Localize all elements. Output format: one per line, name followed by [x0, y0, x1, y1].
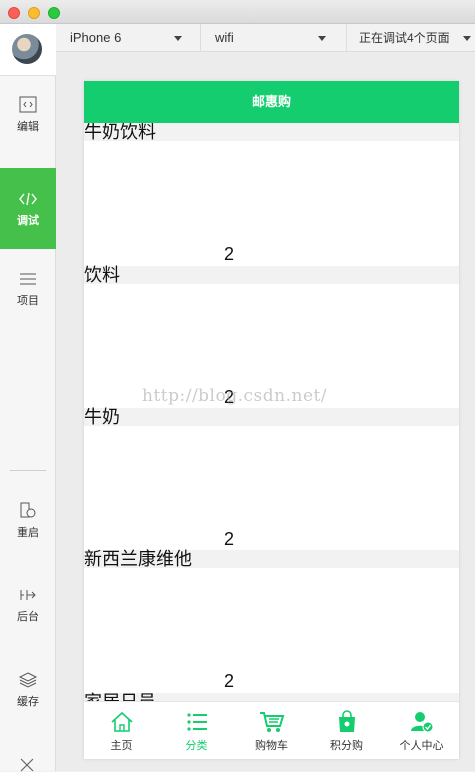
debug-pages-select[interactable]: 正在调试4个页面 — [346, 24, 475, 52]
avatar-container[interactable] — [0, 24, 56, 76]
background-icon — [20, 590, 36, 600]
sidebar-item-label: 编辑 — [17, 121, 39, 133]
tab-label: 购物车 — [255, 740, 288, 752]
page-title: 邮惠购 — [84, 81, 459, 123]
section-title: 牛奶饮料 — [84, 123, 459, 141]
user-icon — [410, 712, 433, 733]
tab-cart[interactable]: 购物车 — [234, 702, 309, 759]
tab-bar: 主页 分类 购物车 积分购 个人中心 — [84, 701, 459, 759]
sidebar-item-label: 缓存 — [17, 696, 39, 708]
section-title: 饮料 — [84, 266, 459, 284]
tab-points[interactable]: 积分购 — [309, 702, 384, 759]
sidebar: 编辑 调试 项目 重启 后台 缓存 — [0, 24, 56, 772]
sidebar-item-label: 项目 — [17, 295, 39, 307]
sidebar-item-restart[interactable]: 重启 — [0, 502, 56, 540]
sidebar-item-label: 后台 — [17, 611, 39, 623]
tab-label: 积分购 — [330, 740, 363, 752]
network-select[interactable]: wifi — [200, 24, 334, 52]
close-icon[interactable] — [20, 758, 34, 772]
section-title: 新西兰康维他 — [84, 550, 459, 568]
sidebar-divider — [10, 470, 46, 471]
chevron-down-icon — [318, 36, 326, 41]
sidebar-item-project[interactable]: 项目 — [0, 270, 56, 308]
tab-label: 个人中心 — [399, 740, 444, 752]
sidebar-item-edit[interactable]: 编辑 — [0, 96, 56, 134]
watermark: http://blog.csdn.net/ — [142, 386, 328, 406]
list-item[interactable]: 牛奶 2 — [84, 408, 459, 549]
home-icon — [110, 711, 133, 732]
close-window-button[interactable] — [8, 7, 20, 19]
layers-icon — [18, 672, 38, 688]
list-item[interactable]: 牛奶饮料 2 — [84, 123, 459, 264]
section-title: 牛奶 — [84, 408, 459, 426]
window-titlebar — [0, 0, 475, 24]
bag-icon — [338, 710, 355, 732]
section-count: 2 — [224, 671, 235, 691]
menu-icon — [20, 273, 36, 285]
sidebar-item-label: 重启 — [17, 527, 39, 539]
restart-icon — [20, 502, 36, 518]
debug-pages-value: 正在调试4个页面 — [359, 31, 450, 45]
list-item[interactable]: 家居日员 — [84, 693, 459, 701]
phone-simulator: 邮惠购 牛奶饮料 2 饮料 2 牛奶 2 新西兰康维他 2 家居日员 主页 — [84, 81, 459, 759]
tab-home[interactable]: 主页 — [84, 702, 159, 759]
sidebar-item-label: 调试 — [17, 215, 39, 227]
sidebar-item-background[interactable]: 后台 — [0, 586, 56, 624]
device-select-value: iPhone 6 — [70, 30, 122, 45]
list-item[interactable]: 饮料 2 — [84, 266, 459, 407]
chevron-down-icon — [463, 36, 471, 41]
section-title: 家居日员 — [84, 693, 459, 701]
cart-icon — [259, 712, 284, 732]
avatar[interactable] — [12, 34, 42, 64]
tab-label: 分类 — [185, 740, 208, 752]
network-select-value: wifi — [215, 30, 234, 45]
section-count: 2 — [224, 244, 235, 264]
sidebar-item-cache[interactable]: 缓存 — [0, 671, 56, 709]
tab-category[interactable]: 分类 — [159, 702, 234, 759]
tab-profile[interactable]: 个人中心 — [384, 702, 459, 759]
list-item[interactable]: 新西兰康维他 2 — [84, 550, 459, 691]
device-select[interactable]: iPhone 6 — [56, 24, 190, 52]
minimize-window-button[interactable] — [28, 7, 40, 19]
category-list[interactable]: 牛奶饮料 2 饮料 2 牛奶 2 新西兰康维他 2 家居日员 — [84, 123, 459, 701]
list-icon — [186, 713, 207, 731]
chevron-down-icon — [174, 36, 182, 41]
sidebar-item-debug[interactable]: 调试 — [0, 168, 56, 249]
section-count: 2 — [224, 529, 235, 549]
tab-label: 主页 — [110, 740, 133, 752]
code-icon — [19, 192, 37, 206]
device-toolbar: iPhone 6 wifi 正在调试4个页面 — [56, 24, 475, 52]
maximize-window-button[interactable] — [48, 7, 60, 19]
code-file-icon — [19, 96, 37, 113]
